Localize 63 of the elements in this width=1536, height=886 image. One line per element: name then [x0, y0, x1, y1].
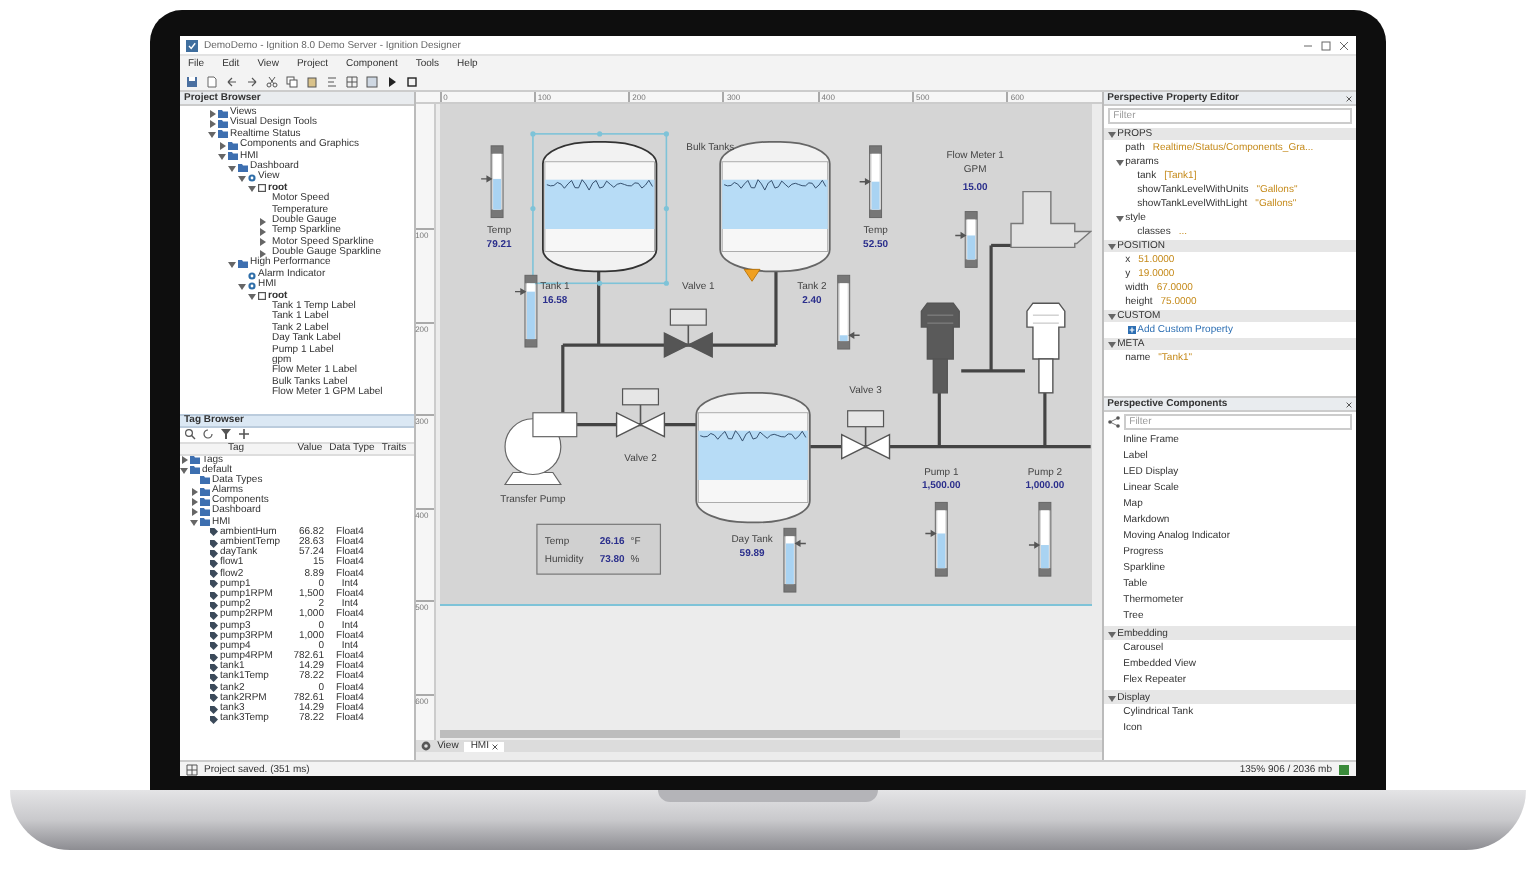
- paste-icon[interactable]: [306, 75, 318, 87]
- small-valve-icon: [742, 268, 760, 282]
- close-icon[interactable]: [1346, 401, 1352, 407]
- tank-trend-drawing: [720, 161, 828, 252]
- maximize-icon[interactable]: [1320, 39, 1332, 51]
- search-icon[interactable]: [184, 428, 196, 440]
- selection-frame[interactable]: [529, 131, 669, 286]
- collapse-arrow-icon[interactable]: [228, 163, 236, 172]
- preview-icon[interactable]: [366, 75, 378, 87]
- memory-icon[interactable]: [1338, 763, 1350, 775]
- expand-arrow-icon[interactable]: [190, 487, 198, 496]
- expand-arrow-icon[interactable]: [258, 227, 266, 236]
- container-icon: [258, 292, 266, 301]
- collapse-arrow-icon[interactable]: [180, 466, 188, 475]
- close-icon[interactable]: [1346, 95, 1352, 101]
- flow-meter-drawing: [1009, 190, 1092, 249]
- collapse-arrow-icon[interactable]: [238, 174, 246, 183]
- collapse-arrow-icon[interactable]: [208, 130, 216, 139]
- gear-icon[interactable]: [419, 740, 432, 752]
- collapse-arrow-icon[interactable]: [1107, 312, 1116, 320]
- share-icon[interactable]: [1107, 416, 1120, 428]
- grid-icon[interactable]: [346, 75, 358, 87]
- collapse-arrow-icon[interactable]: [1115, 157, 1124, 165]
- collapse-arrow-icon[interactable]: [1107, 693, 1116, 701]
- add-tag-icon[interactable]: [238, 428, 250, 440]
- plus-icon: [1127, 325, 1136, 333]
- ambient-panel: [535, 523, 661, 575]
- collapse-arrow-icon[interactable]: [1107, 130, 1116, 138]
- transfer-pump-drawing: [503, 412, 577, 486]
- expand-arrow-icon[interactable]: [190, 497, 198, 506]
- close-icon[interactable]: [492, 743, 499, 749]
- project-status-icon[interactable]: [186, 763, 198, 775]
- collapse-arrow-icon[interactable]: [1107, 629, 1116, 637]
- undo-icon[interactable]: [226, 75, 238, 87]
- cut-icon[interactable]: [266, 75, 278, 87]
- tank-trend-drawing: [697, 412, 808, 503]
- collapse-arrow-icon[interactable]: [248, 184, 256, 193]
- expand-arrow-icon[interactable]: [208, 120, 216, 129]
- collapse-arrow-icon[interactable]: [190, 518, 198, 527]
- collapse-arrow-icon[interactable]: [1115, 213, 1124, 221]
- redo-icon[interactable]: [246, 75, 258, 87]
- close-icon[interactable]: [1338, 39, 1350, 51]
- expand-arrow-icon[interactable]: [190, 508, 198, 517]
- expand-arrow-icon[interactable]: [258, 238, 266, 247]
- container-icon: [258, 184, 266, 193]
- collapse-arrow-icon[interactable]: [1107, 340, 1116, 348]
- collapse-arrow-icon[interactable]: [228, 260, 236, 269]
- view-icon: [248, 174, 256, 183]
- stop-icon[interactable]: [406, 75, 418, 87]
- copy-icon[interactable]: [286, 75, 298, 87]
- tank-trend-drawing: [543, 161, 654, 252]
- collapse-arrow-icon[interactable]: [1107, 242, 1116, 250]
- folder-icon: [238, 260, 248, 269]
- collapse-arrow-icon[interactable]: [238, 281, 246, 290]
- expand-arrow-icon[interactable]: [180, 456, 188, 465]
- save-icon[interactable]: [186, 75, 198, 87]
- expand-arrow-icon[interactable]: [258, 217, 266, 226]
- collapse-arrow-icon[interactable]: [248, 292, 256, 301]
- expand-arrow-icon[interactable]: [218, 141, 226, 150]
- expand-arrow-icon[interactable]: [208, 109, 216, 118]
- refresh-icon[interactable]: [202, 428, 214, 440]
- collapse-arrow-icon[interactable]: [218, 152, 226, 161]
- expand-arrow-icon[interactable]: [258, 249, 266, 258]
